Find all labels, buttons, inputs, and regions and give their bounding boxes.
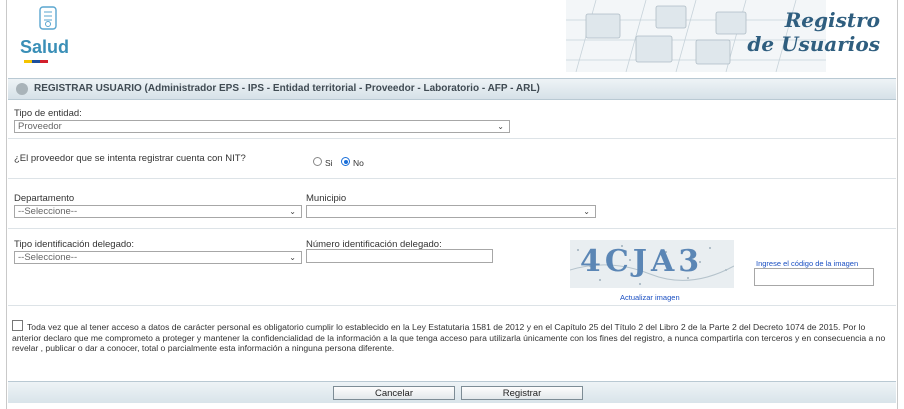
brand-line-2: de Usuarios xyxy=(747,32,880,56)
nit-question-label: ¿El proveedor que se intenta registrar c… xyxy=(14,153,246,164)
departamento-label: Departamento xyxy=(14,193,75,204)
entity-type-label: Tipo de entidad: xyxy=(14,108,82,119)
captcha-input-label: Ingrese el código de la imagen xyxy=(756,259,859,268)
municipio-select[interactable]: ⌄ xyxy=(306,205,596,218)
chevron-down-icon: ⌄ xyxy=(497,122,504,131)
departamento-value: --Seleccione-- xyxy=(18,206,78,217)
form-footer: Cancelar Registrar xyxy=(8,381,896,403)
entity-type-value: Proveedor xyxy=(18,121,62,132)
section-bullet-icon xyxy=(16,83,28,95)
flag-bar xyxy=(24,60,48,63)
chevron-down-icon: ⌄ xyxy=(289,207,296,216)
tipo-id-value: --Seleccione-- xyxy=(18,252,78,263)
cancel-button[interactable]: Cancelar xyxy=(333,386,455,400)
nit-radio-no[interactable] xyxy=(341,157,350,166)
register-button[interactable]: Registrar xyxy=(461,386,583,400)
nit-radio-si-label: Si xyxy=(325,158,333,168)
captcha-code: 4CJA3 xyxy=(580,244,704,279)
entity-type-select[interactable]: Proveedor ⌄ xyxy=(14,120,510,133)
form-title-bar: REGISTRAR USUARIO (Administrador EPS - I… xyxy=(8,78,896,100)
captcha-input[interactable] xyxy=(754,268,874,286)
tipo-id-select[interactable]: --Seleccione-- ⌄ xyxy=(14,251,302,264)
chevron-down-icon: ⌄ xyxy=(289,253,296,262)
consent-block: Toda vez que al tener acceso a datos de … xyxy=(12,320,892,354)
consent-text: Toda vez que al tener acceso a datos de … xyxy=(12,322,886,353)
divider xyxy=(8,305,896,306)
municipio-label: Municipio xyxy=(306,193,347,204)
header: Salud Registro de Usuarios xyxy=(6,0,898,72)
consent-checkbox[interactable] xyxy=(12,320,23,331)
departamento-select[interactable]: --Seleccione-- ⌄ xyxy=(14,205,302,218)
numero-id-input[interactable] xyxy=(306,249,493,263)
brand-title: Registro de Usuarios xyxy=(747,8,880,56)
nit-radio-si[interactable] xyxy=(313,157,322,166)
divider xyxy=(8,228,896,229)
divider xyxy=(8,138,896,139)
divider xyxy=(8,178,896,179)
brand-line-1: Registro xyxy=(784,8,880,32)
tipo-id-label: Tipo identificación delegado: xyxy=(14,239,135,250)
form-title: REGISTRAR USUARIO (Administrador EPS - I… xyxy=(34,83,540,94)
captcha-image: 4CJA3 xyxy=(570,240,734,288)
nit-radio-no-label: No xyxy=(353,158,364,168)
logo-text: Salud xyxy=(20,37,70,57)
chevron-down-icon: ⌄ xyxy=(583,207,590,216)
refresh-captcha-link[interactable]: Actualizar imagen xyxy=(620,293,680,302)
